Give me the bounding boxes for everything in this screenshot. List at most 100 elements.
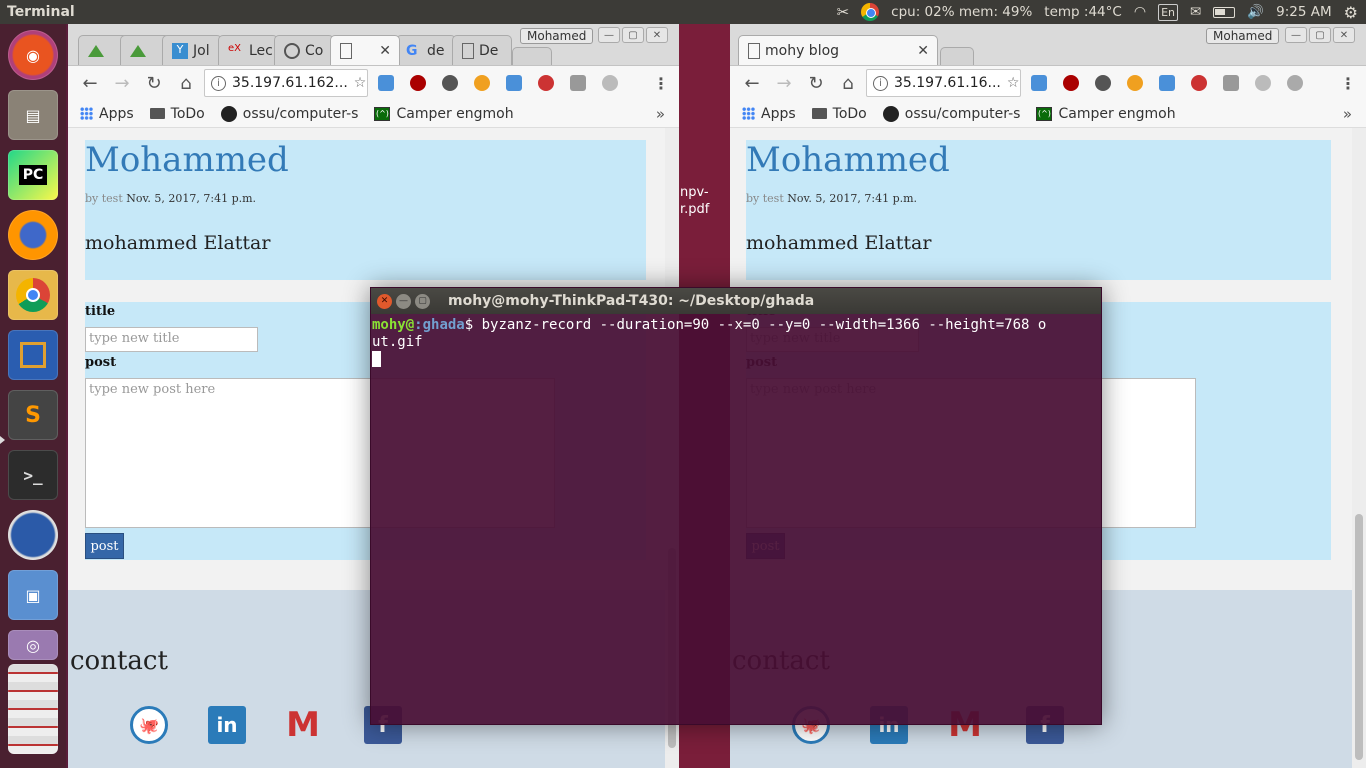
bookmarks-overflow-icon[interactable]: » (656, 105, 665, 123)
firefox-icon[interactable] (8, 210, 58, 260)
post-submit-button[interactable]: post (85, 533, 124, 559)
terminal-launcher-icon[interactable]: >_ (8, 450, 58, 500)
translate-extension-icon[interactable] (1031, 75, 1047, 91)
home-icon[interactable]: ⌂ (834, 69, 862, 97)
extension-icon[interactable] (570, 75, 586, 91)
wifi-icon[interactable]: ◠ (1134, 4, 1146, 20)
extension-icon[interactable] (1223, 75, 1239, 91)
virtualbox-icon[interactable]: ▣ (8, 570, 58, 620)
virtualbox-window-icon[interactable] (8, 330, 58, 380)
maximize-icon[interactable]: ▢ (415, 293, 430, 309)
system-monitor-text[interactable]: cpu: 02% mem: 49% (891, 4, 1032, 20)
chrome-icon[interactable] (8, 270, 58, 320)
window-profile-name[interactable]: Mohamed (520, 28, 594, 44)
sublime-text-icon[interactable]: S (8, 390, 58, 440)
scissors-icon[interactable]: ✂ (837, 3, 850, 21)
bookmark-ossu[interactable]: ossu/computer-s (882, 105, 1020, 122)
close-tab-icon[interactable]: ✕ (917, 43, 929, 59)
extension-icon[interactable] (602, 75, 618, 91)
close-tab-icon[interactable]: ✕ (379, 43, 391, 59)
reload-icon[interactable]: ↻ (140, 69, 168, 97)
close-icon[interactable]: ✕ (1333, 27, 1355, 43)
reload-icon[interactable]: ↻ (802, 69, 830, 97)
bookmark-star-icon[interactable]: ☆ (1007, 75, 1020, 91)
terminal-output[interactable]: mohy@:ghada$ byzanz-record --duration=90… (371, 314, 1101, 368)
bookmark-todo[interactable]: ToDo (811, 106, 867, 122)
menu-icon[interactable]: ⋮ (653, 74, 669, 93)
post-title[interactable]: Mohammed (746, 140, 950, 180)
tab-google[interactable]: Gde (396, 35, 456, 65)
gmail-icon[interactable]: M (284, 705, 322, 745)
menu-icon[interactable]: ⋮ (1340, 74, 1356, 93)
file-manager-icon[interactable]: ▤ (8, 90, 58, 140)
disk-usage-icon[interactable] (8, 510, 58, 560)
bookmark-camper[interactable]: (^) Camper engmoh (374, 106, 514, 122)
tab-mohy-blog[interactable]: mohy blog ✕ (738, 35, 938, 65)
info-icon[interactable]: i (873, 75, 888, 91)
tab-de[interactable]: De (452, 35, 512, 65)
desktop-pdf-file[interactable]: npv-r.pdf (680, 184, 709, 218)
github-icon[interactable]: 🐙 (130, 706, 168, 744)
tab-jobs[interactable]: Y Jol (162, 35, 222, 65)
bookmark-apps[interactable]: Apps (742, 106, 796, 122)
ublock-extension-icon[interactable] (1063, 75, 1079, 91)
terminal-titlebar[interactable]: ✕ — ▢ mohy@mohy-ThinkPad-T430: ~/Desktop… (371, 288, 1101, 314)
keyboard-layout-indicator[interactable]: En (1158, 3, 1179, 21)
back-icon[interactable]: ← (738, 69, 766, 97)
forward-icon[interactable]: → (108, 69, 136, 97)
maximize-icon[interactable]: ▢ (622, 27, 644, 43)
extension-icon[interactable] (1191, 75, 1207, 91)
volume-icon[interactable]: 🔊 (1247, 4, 1264, 20)
extension-icon[interactable] (1095, 75, 1111, 91)
extension-icon[interactable] (1159, 75, 1175, 91)
tab-active-page[interactable]: ✕ (330, 35, 400, 65)
linkedin-icon[interactable]: in (208, 706, 246, 744)
close-icon[interactable]: ✕ (646, 27, 668, 43)
maximize-icon[interactable]: ▢ (1309, 27, 1331, 43)
mail-icon[interactable]: ✉ (1190, 4, 1201, 20)
minimize-icon[interactable]: — (396, 293, 411, 309)
info-icon[interactable]: i (211, 75, 226, 91)
window-profile-name[interactable]: Mohamed (1206, 28, 1280, 44)
bookmark-apps[interactable]: Apps (80, 106, 134, 122)
title-input[interactable]: type new title (85, 327, 258, 352)
clock[interactable]: 9:25 AM (1276, 4, 1332, 20)
ublock-extension-icon[interactable] (410, 75, 426, 91)
scroll-thumb[interactable] (1355, 514, 1363, 760)
temperature-text[interactable]: temp :44°C (1044, 4, 1122, 20)
page-scrollbar[interactable] (1352, 128, 1366, 768)
gear-icon[interactable]: ⚙ (1344, 3, 1358, 22)
extension-icon[interactable] (474, 75, 490, 91)
battery-icon[interactable] (1213, 6, 1236, 18)
extension-icon[interactable] (538, 75, 554, 91)
bookmarks-overflow-icon[interactable]: » (1343, 105, 1352, 123)
address-bar[interactable]: i 35.197.61.162... ☆ (204, 69, 368, 97)
extension-icon[interactable] (1255, 75, 1271, 91)
minimize-icon[interactable]: — (1285, 27, 1307, 43)
post-title[interactable]: Mohammed (85, 140, 289, 180)
extension-icon[interactable] (1287, 75, 1303, 91)
bookmark-camper[interactable]: (^) Camper engmoh (1036, 106, 1176, 122)
new-tab-button[interactable] (940, 47, 974, 65)
home-icon[interactable]: ⌂ (172, 69, 200, 97)
tab-lectures[interactable]: eX Lec (218, 35, 278, 65)
back-icon[interactable]: ← (76, 69, 104, 97)
minimize-icon[interactable]: — (598, 27, 620, 43)
pycharm-icon[interactable]: PC (8, 150, 58, 200)
close-icon[interactable]: ✕ (377, 293, 392, 309)
ubuntu-dash-icon[interactable]: ◉ (8, 30, 58, 80)
translate-extension-icon[interactable] (378, 75, 394, 91)
dvd-icon[interactable]: ◎ (8, 630, 58, 660)
new-tab-button[interactable] (512, 47, 552, 65)
forward-icon[interactable]: → (770, 69, 798, 97)
bookmark-star-icon[interactable]: ☆ (354, 75, 367, 91)
bookmark-ossu[interactable]: ossu/computer-s (220, 105, 358, 122)
apps-stack-icon[interactable] (8, 664, 58, 754)
extension-icon[interactable] (442, 75, 458, 91)
tab-course[interactable]: Co (274, 35, 334, 65)
extension-icon[interactable] (1127, 75, 1143, 91)
extension-icon[interactable] (506, 75, 522, 91)
address-bar[interactable]: i 35.197.61.16... ☆ (866, 69, 1021, 97)
bookmark-todo[interactable]: ToDo (149, 106, 205, 122)
chrome-indicator-icon[interactable] (861, 3, 880, 21)
